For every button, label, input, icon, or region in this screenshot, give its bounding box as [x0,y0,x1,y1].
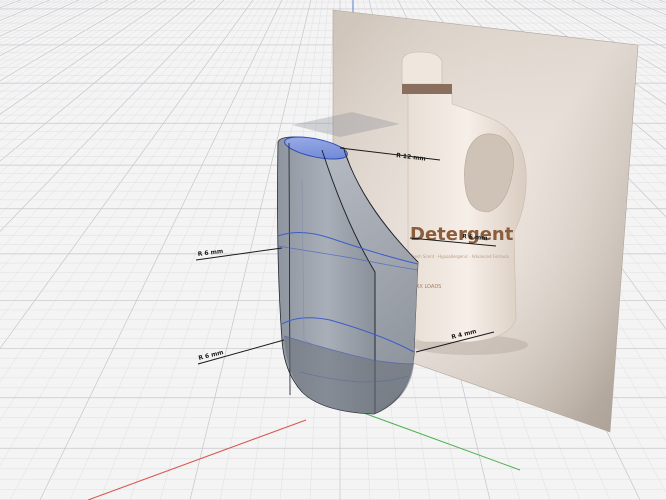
3d-viewport[interactable]: Detergent Fresh Scent · Hypoallergenic ·… [0,0,666,500]
bottle-subtitle-text: Fresh Scent · Hypoallergenic · Advanced … [411,254,510,259]
viewport-canvas[interactable]: Detergent Fresh Scent · Hypoallergenic ·… [0,0,666,500]
y-axis [349,407,521,471]
x-axis [87,419,307,500]
bottle-loads-text: XX LOADS [416,284,441,290]
bottle-cap-icon [401,51,443,85]
dimension-lower-left[interactable]: R 6 mm [198,339,285,365]
